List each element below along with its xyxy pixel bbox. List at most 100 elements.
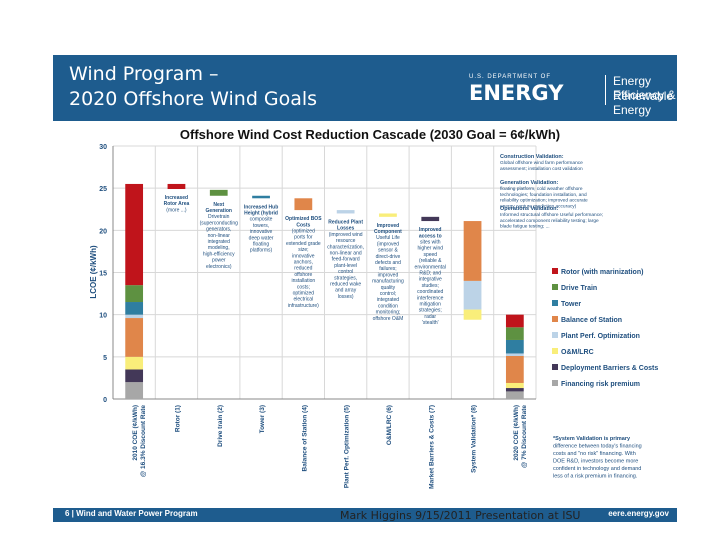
validation-annotation-text: floating platform, cold weather offshore	[500, 186, 583, 192]
step-annotation-text: electrical	[293, 297, 313, 303]
step-annotation-text: environmental	[415, 264, 446, 270]
validation-annotation-text: accelerated component reliability testin…	[500, 218, 599, 224]
step-annotation-text: reduced	[294, 266, 312, 272]
step-annotation-text: electronics)	[206, 264, 232, 270]
step-annotation-text: resource	[336, 238, 356, 244]
y-tick-label: 10	[99, 313, 107, 320]
validation-annotation-title: Construction Validation:	[500, 154, 564, 160]
step-annotation-text: Reduced Plant	[328, 219, 363, 225]
system-validation-segment	[463, 309, 482, 320]
waterfall-step-bar	[167, 183, 186, 190]
validation-annotation-text: technologies; foundation installation, a…	[500, 192, 587, 198]
step-annotation-text: non-linear and	[330, 250, 362, 256]
y-tick-label: 15	[99, 271, 107, 278]
step-annotation-text: and array	[335, 288, 357, 294]
x-category-label: 2010 COE (¢/kWh)	[132, 405, 139, 461]
step-annotation-text: optimized	[293, 290, 315, 296]
legend-label: Tower	[561, 301, 581, 308]
step-annotation-text: Drivetrain	[208, 214, 230, 220]
step-annotation-text: radar	[424, 314, 436, 320]
bar-2010-segment	[125, 183, 144, 286]
bar-2010-segment	[125, 382, 144, 399]
x-category-label: Market Barriers & Costs (7)	[428, 405, 435, 489]
legend-label: O&M/LRC	[561, 349, 594, 356]
step-annotation-text: Increased Hub	[244, 204, 278, 210]
step-annotation-text: non-linear	[208, 233, 231, 239]
x-category-label: Rotor (1)	[174, 405, 181, 432]
y-tick-label: 30	[99, 144, 107, 151]
bar-2010-segment	[125, 302, 144, 315]
legend-label: Rotor (with marinization)	[561, 269, 643, 276]
step-annotation-text: Generation	[206, 208, 232, 214]
y-tick-label: 25	[99, 186, 107, 193]
step-annotation-text: Rotor Area	[164, 201, 190, 207]
bar-2020-segment	[505, 327, 524, 340]
step-annotation-text: modeling,	[208, 245, 230, 251]
step-annotation-text: reduced wake	[330, 281, 361, 287]
step-annotation-text: sites with	[420, 239, 441, 245]
bar-2020-segment	[505, 355, 524, 383]
step-annotation-text: coordinated	[417, 289, 443, 295]
validation-annotation-title: Generation Validation:	[500, 180, 559, 186]
waterfall-step-bar	[294, 198, 313, 211]
bar-2020-segment	[505, 391, 524, 399]
bar-2020-segment	[505, 314, 524, 328]
x-category-label: 2020 COE (¢/kWh)	[513, 405, 520, 461]
legend-swatch	[552, 332, 558, 338]
legend-swatch	[552, 364, 558, 370]
step-annotation-text: platforms)	[250, 248, 273, 254]
legend-swatch	[552, 316, 558, 322]
step-annotation-text: strategies;	[419, 308, 442, 314]
footnote-text: *System Validation is primary	[553, 436, 631, 442]
step-annotation-text: integrative	[419, 277, 442, 283]
waterfall-step-bar	[209, 189, 228, 196]
step-annotation-text: floating	[253, 241, 269, 247]
step-annotation-text: Useful Life	[376, 235, 400, 241]
presentation-caption: Mark Higgins 9/15/2011 Presentation at I…	[340, 509, 581, 522]
x-category-label: @ 16.3% Discount Rate	[140, 405, 147, 477]
legend-label: Financing risk premium	[561, 381, 640, 388]
step-annotation-text: size;	[298, 247, 308, 253]
x-category-label: Balance of Station (4)	[301, 405, 308, 471]
step-annotation-text: integrated	[377, 297, 399, 303]
legend-label: Plant Perf. Optimization	[561, 333, 640, 340]
step-annotation-text: R&D; and	[419, 270, 441, 276]
y-axis-label: LCOE (¢/kWh)	[89, 245, 98, 299]
step-annotation-text: speed	[423, 252, 437, 258]
step-annotation-text: control	[338, 269, 353, 275]
step-annotation-text: plant-level	[334, 263, 357, 269]
validation-annotation-text: Informed structural offshore Useful perf…	[500, 212, 603, 218]
footnote-text: DOE R&D, investors become more	[553, 459, 638, 465]
step-annotation-text: (optimized	[292, 228, 315, 234]
bar-2010-segment	[125, 369, 144, 383]
validation-annotation-title: Operations Validation:	[500, 206, 559, 212]
step-annotation-text: monitoring;	[376, 310, 401, 316]
step-annotation-text: 'stealth'	[422, 320, 439, 326]
step-annotation-text: condition	[378, 303, 398, 309]
system-validation-segment	[463, 221, 482, 281]
footnote-text: difference between today's financing	[553, 444, 642, 450]
x-category-label: @ 7% Discount Rate	[521, 405, 528, 468]
waterfall-step-bar	[336, 210, 355, 214]
step-annotation-text: Costs	[296, 222, 310, 228]
x-category-label: Tower (3)	[259, 405, 266, 433]
step-annotation-text: Height (hybrid	[244, 210, 278, 216]
x-category-label: System Validation* (8)	[471, 405, 478, 473]
step-annotation-text: integrated	[208, 239, 230, 245]
footer-url: eere.energy.gov	[608, 509, 669, 518]
step-annotation-text: mitigation	[420, 301, 442, 307]
bar-2020-segment	[505, 382, 524, 389]
validation-annotation-text: Global offshore wind farm performance	[500, 160, 583, 166]
step-annotation-text: interference	[417, 295, 444, 301]
chart-title: Offshore Wind Cost Reduction Cascade (20…	[180, 127, 560, 142]
x-category-label: O&M/LRC (6)	[386, 405, 393, 445]
step-annotation-text: Losses	[337, 226, 354, 232]
step-annotation-text: innovative	[250, 229, 273, 235]
bar-2020-segment	[505, 339, 524, 354]
step-annotation-text: (superconducting	[200, 220, 239, 226]
step-annotation-text: high-efficiency	[203, 251, 235, 257]
step-annotation-text: strategies,	[334, 275, 357, 281]
step-annotation-text: failures;	[379, 266, 397, 272]
step-annotation-text: towers,	[253, 223, 269, 229]
legend-swatch	[552, 268, 558, 274]
